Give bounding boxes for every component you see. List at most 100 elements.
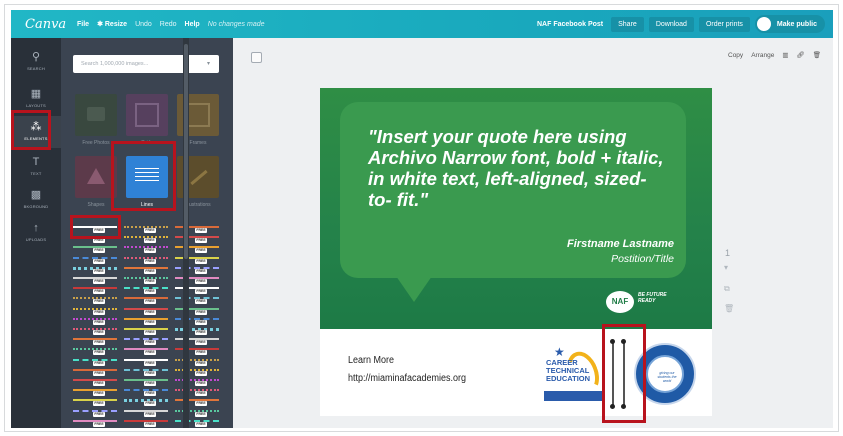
cte-logo-text: CAREER TECHNICAL EDUCATION — [546, 358, 591, 383]
duplicate-page-icon[interactable]: ⧉ — [724, 284, 730, 294]
quote-author-title[interactable]: Postition/Title — [611, 253, 674, 265]
free-badge: FREE — [195, 228, 207, 233]
free-badge: FREE — [195, 330, 207, 335]
rail-label: ELEMENTS — [24, 136, 48, 141]
design-page[interactable]: "Insert your quote here using Archivo Na… — [320, 88, 712, 416]
tile-lines[interactable] — [126, 156, 168, 198]
page-select-checkbox[interactable] — [251, 52, 262, 63]
tile-shapes[interactable] — [75, 156, 117, 198]
menu-resize[interactable]: ✱ Resize — [97, 20, 127, 28]
rail-background[interactable]: ▩ BKGROUND — [11, 184, 61, 216]
free-badge: FREE — [93, 401, 105, 407]
free-badge: FREE — [93, 238, 105, 244]
panel-scrollbar[interactable] — [183, 38, 189, 428]
order-prints-button[interactable]: Order prints — [698, 16, 750, 32]
free-badge: FREE — [144, 289, 156, 295]
menu-file[interactable]: File — [77, 21, 89, 28]
free-badge: FREE — [93, 299, 105, 305]
line-endpoint — [621, 339, 626, 344]
quote-text[interactable]: "Insert your quote here using Archivo Na… — [368, 126, 668, 210]
trash-icon[interactable]: 🗑︎ — [813, 51, 821, 59]
tile-label: Grids — [141, 140, 153, 146]
free-badge: FREE — [93, 228, 105, 233]
rail-text[interactable]: T TEXT — [11, 151, 61, 183]
cte-band — [544, 391, 602, 401]
menu-undo[interactable]: Undo — [135, 21, 152, 28]
rail-search[interactable]: ⚲ SEARCH — [11, 46, 61, 78]
frame-icon — [186, 103, 210, 127]
share-button[interactable]: Share — [611, 16, 644, 32]
free-badge: FREE — [195, 299, 207, 305]
free-badge: FREE — [144, 258, 156, 264]
delete-page-icon[interactable]: 🗑︎ — [724, 304, 734, 313]
free-badge: FREE — [93, 370, 105, 376]
free-badge: FREE — [93, 330, 105, 335]
document-title[interactable]: NAF Facebook Post — [537, 21, 603, 28]
save-status: No changes made — [207, 20, 265, 28]
top-bar: Canva File ✱ Resize Undo Redo Help No ch… — [11, 10, 833, 38]
tile-label: Illustrations — [185, 202, 211, 208]
free-badge: FREE — [144, 411, 156, 417]
rail-layouts[interactable]: ▦ LAYOUTS — [11, 83, 61, 115]
vertical-line-element[interactable] — [623, 343, 625, 407]
quote-author-name[interactable]: Firstname Lastname — [567, 238, 674, 250]
school-district-seal[interactable]: giving our students the world — [634, 343, 696, 405]
tile-label: Lines — [141, 202, 153, 208]
free-badge: FREE — [144, 370, 156, 376]
edit-toolbar: Copy Arrange ▥ 🔗︎ 🗑︎ — [728, 51, 821, 60]
free-badge: FREE — [93, 360, 105, 366]
tile-grids[interactable] — [126, 94, 168, 136]
menu-help[interactable]: Help — [185, 21, 200, 28]
free-badge: FREE — [93, 279, 105, 284]
free-badge: FREE — [93, 268, 105, 274]
free-badge: FREE — [195, 391, 207, 397]
rail-label: SEARCH — [27, 66, 45, 71]
rail-uploads[interactable]: ↑ UPLOADS — [11, 217, 61, 249]
free-badge: FREE — [195, 340, 207, 346]
transparency-icon[interactable]: ▥ — [782, 51, 788, 59]
naf-logo[interactable]: NAF — [606, 291, 634, 313]
rail-label: BKGROUND — [23, 204, 49, 209]
rail-label: LAYOUTS — [26, 103, 46, 108]
footer-band: Learn More http://miaminafacademies.org … — [320, 329, 712, 416]
free-badge: FREE — [144, 319, 156, 325]
arrange-button[interactable]: Arrange — [751, 52, 774, 59]
menu-redo[interactable]: Redo — [160, 21, 177, 28]
learn-more-text[interactable]: Learn More — [348, 355, 394, 366]
website-url-text[interactable]: http://miaminafacademies.org — [348, 373, 466, 384]
elements-panel: Search 1,000,000 images... ▾ Free Photos… — [61, 38, 233, 428]
download-button[interactable]: Download — [648, 16, 694, 32]
cte-logo[interactable]: ★ CAREER TECHNICAL EDUCATION — [540, 343, 605, 403]
free-badge: FREE — [195, 248, 207, 254]
make-public-toggle[interactable]: Make public — [754, 15, 825, 33]
link-icon[interactable]: 🔗︎ — [796, 51, 804, 59]
free-badge: FREE — [93, 381, 105, 386]
free-badge: FREE — [195, 411, 207, 417]
free-badge: FREE — [195, 289, 207, 295]
free-badge: FREE — [144, 401, 156, 407]
uploads-icon: ↑ — [33, 222, 39, 234]
vertical-line-element[interactable] — [612, 343, 614, 407]
make-public-label: Make public — [776, 20, 817, 28]
rail-label: UPLOADS — [25, 237, 47, 242]
free-badge: FREE — [144, 340, 156, 346]
canva-editor: Canva File ✱ Resize Undo Redo Help No ch… — [11, 10, 833, 428]
rail-elements[interactable]: ⁂ ELEMENTS — [11, 116, 61, 148]
layouts-icon: ▦ — [30, 88, 42, 100]
free-badge: FREE — [144, 391, 156, 397]
free-badge: FREE — [93, 258, 105, 264]
free-badge: FREE — [195, 350, 207, 356]
move-down-icon[interactable]: ▾ — [724, 263, 728, 272]
copy-button[interactable]: Copy — [728, 52, 743, 59]
canva-logo[interactable]: Canva — [25, 17, 69, 32]
free-badge: FREE — [93, 289, 105, 295]
free-badge: FREE — [93, 391, 105, 397]
free-badge: FREE — [144, 279, 156, 284]
image-search-input[interactable]: Search 1,000,000 images... — [73, 55, 219, 73]
chevron-down-icon[interactable]: ▾ — [207, 60, 227, 67]
free-badge: FREE — [195, 258, 207, 264]
tile-free-photos[interactable] — [75, 94, 117, 136]
tile-label: Frames — [189, 140, 207, 146]
scrollbar-thumb[interactable] — [184, 44, 188, 259]
free-badge: FREE — [195, 360, 207, 366]
